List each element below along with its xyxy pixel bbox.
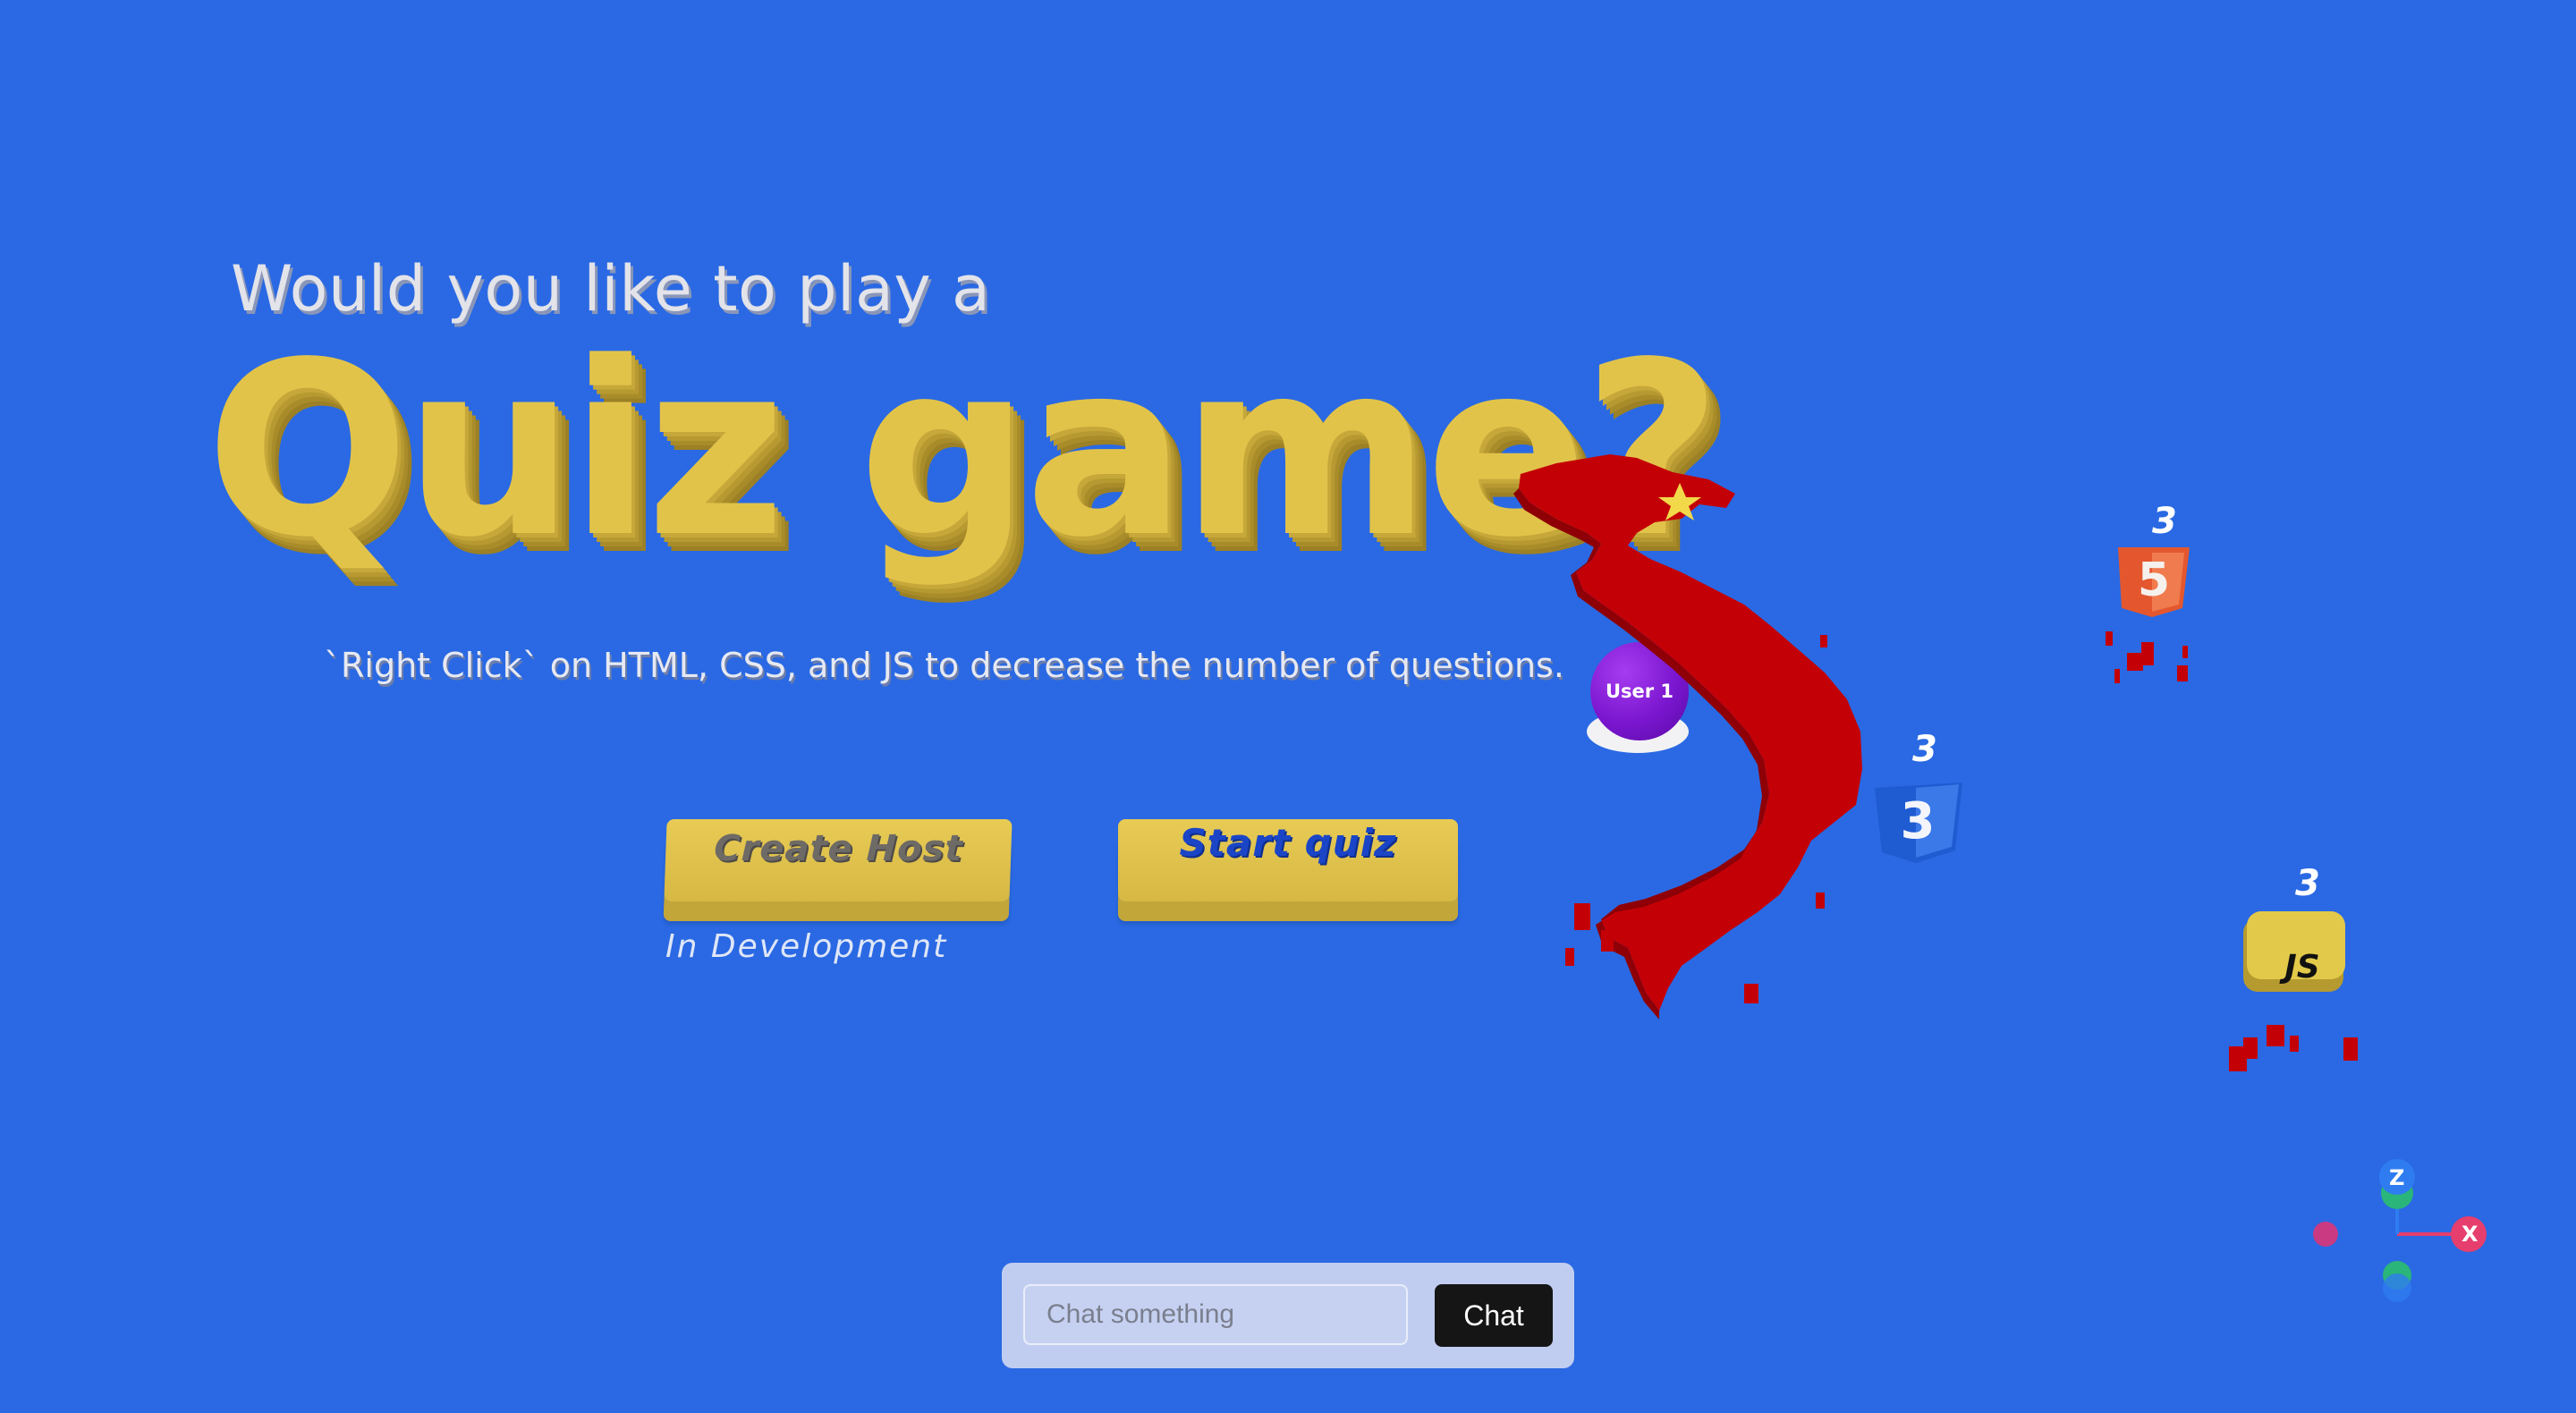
svg-text:JS: JS [2279, 949, 2319, 986]
js-icon: JS [2243, 911, 2345, 992]
topic-html-count: 3 [2152, 501, 2177, 542]
create-host-label: Create Host [713, 828, 964, 869]
css3-icon: 3 [1875, 783, 1962, 863]
chat-bar: Chat [1002, 1263, 1574, 1368]
svg-text:3: 3 [1901, 792, 1936, 850]
topic-js-count: 3 [2295, 863, 2320, 904]
create-host-button[interactable]: Create Host [664, 819, 1013, 901]
gizmo-x-label: X [2462, 1222, 2479, 1247]
html-island-icon [2106, 631, 2188, 683]
start-quiz-button[interactable]: Start quiz [1118, 819, 1458, 901]
topic-css-count: 3 [1912, 729, 1937, 770]
topic-html[interactable]: 3 5 [2102, 501, 2200, 698]
chat-input[interactable] [1023, 1284, 1408, 1345]
topic-js[interactable]: 3 JS [2227, 863, 2370, 1087]
game-canvas[interactable]: Would you like to play a Quiz game? `Rig… [0, 0, 2576, 1413]
hero-title: Quiz game? [206, 311, 1722, 590]
html5-icon: 5 [2118, 547, 2190, 617]
chat-send-button[interactable]: Chat [1435, 1284, 1553, 1347]
start-quiz-label: Start quiz [1179, 821, 1397, 865]
vietnam-map-icon [1513, 454, 1862, 1020]
gizmo-z-label: Z [2389, 1165, 2405, 1190]
axis-gizmo[interactable] [2299, 1154, 2513, 1315]
js-island-icon [2229, 1025, 2358, 1071]
topic-css[interactable]: 3 3 [1869, 729, 1977, 863]
svg-text:5: 5 [2138, 554, 2170, 607]
hero-hint: `Right Click` on HTML, CSS, and JS to de… [324, 646, 1564, 685]
in-development-note: In Development [665, 928, 948, 965]
